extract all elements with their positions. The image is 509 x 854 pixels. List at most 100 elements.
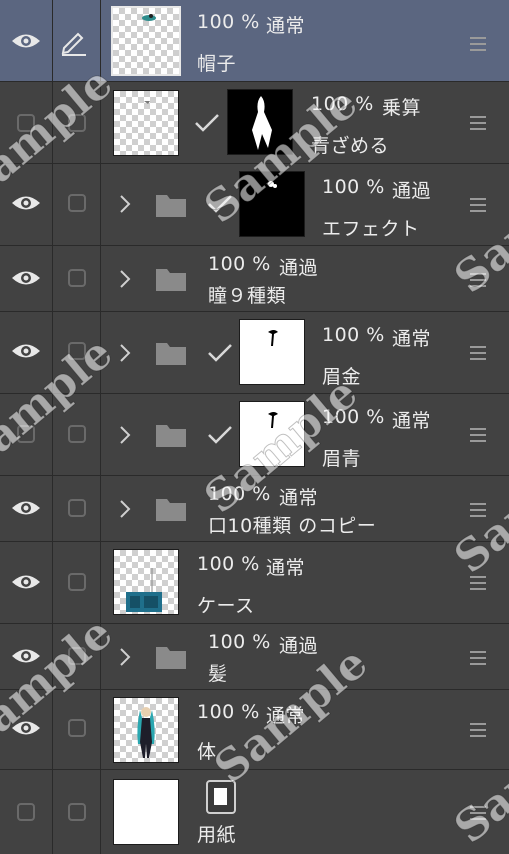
layer-row-hair[interactable]: 100 % 通過 髪 — [0, 624, 509, 690]
layer-row-mayu-kin[interactable]: 100 % 通常 眉金 — [0, 312, 509, 394]
drag-handle-icon[interactable] — [470, 576, 486, 590]
layer-name: ケース — [197, 595, 255, 617]
edit-cell[interactable] — [53, 164, 101, 245]
chevron-right-icon[interactable] — [118, 269, 132, 289]
edit-cell[interactable] — [53, 246, 101, 311]
layer-thumbnail — [113, 697, 179, 763]
eye-icon[interactable] — [11, 32, 41, 50]
lock-checkbox[interactable] — [68, 647, 86, 665]
lock-checkbox[interactable] — [68, 342, 86, 360]
drag-handle-icon[interactable] — [470, 37, 486, 51]
layer-row-paper[interactable]: 用紙 — [0, 770, 509, 854]
chevron-right-icon[interactable] — [118, 499, 132, 519]
layer-name: エフェクト — [322, 218, 420, 240]
layer-row-eyes[interactable]: 100 % 通過 瞳９種類 — [0, 246, 509, 312]
edit-cell[interactable] — [53, 476, 101, 541]
layer-blend-mode: 通常 — [266, 15, 306, 37]
eye-icon[interactable] — [11, 269, 41, 287]
eye-icon[interactable] — [11, 719, 41, 737]
edit-cell[interactable] — [53, 770, 101, 854]
eye-icon[interactable] — [11, 647, 41, 665]
layer-blend-mode: 通常 — [392, 328, 432, 350]
layer-opacity: 100 % — [208, 483, 271, 505]
layer-name: 体 — [197, 741, 217, 763]
layer-name: 帽子 — [197, 53, 237, 75]
visibility-cell[interactable] — [0, 542, 53, 623]
lock-checkbox[interactable] — [68, 803, 86, 821]
layer-row-case[interactable]: 100 % 通常 ケース — [0, 542, 509, 624]
layer-opacity: 100 % — [197, 553, 260, 575]
layer-opacity: 100 % — [311, 93, 374, 115]
eye-icon[interactable] — [11, 499, 41, 517]
edit-cell[interactable] — [53, 312, 101, 393]
visibility-cell[interactable] — [0, 246, 53, 311]
drag-handle-icon[interactable] — [470, 651, 486, 665]
layer-blend-mode: 通常 — [266, 557, 306, 579]
layer-name: 用紙 — [197, 824, 237, 846]
lock-checkbox[interactable] — [68, 573, 86, 591]
visibility-cell[interactable] — [0, 82, 53, 163]
lock-checkbox[interactable] — [68, 499, 86, 517]
drag-handle-icon[interactable] — [470, 428, 486, 442]
layer-name: 口10種類 のコピー — [208, 515, 377, 537]
pencil-icon — [61, 32, 86, 56]
edit-cell[interactable] — [53, 0, 101, 81]
layer-blend-mode: 通過 — [279, 635, 319, 657]
layer-thumbnail — [111, 6, 181, 76]
visibility-cell[interactable] — [0, 312, 53, 393]
layer-opacity: 100 % — [197, 11, 260, 33]
drag-handle-icon[interactable] — [470, 116, 486, 130]
lock-checkbox[interactable] — [68, 425, 86, 443]
chevron-right-icon[interactable] — [118, 425, 132, 445]
chevron-right-icon[interactable] — [118, 194, 132, 214]
lock-checkbox[interactable] — [68, 194, 86, 212]
folder-icon — [156, 269, 186, 291]
layer-row-hat[interactable]: 100 % 通常 帽子 — [0, 0, 509, 82]
layer-row-mayu-ao[interactable]: 100 % 通常 眉青 — [0, 394, 509, 476]
lock-checkbox[interactable] — [68, 269, 86, 287]
layer-blend-mode: 通常 — [392, 410, 432, 432]
layer-row-mouth[interactable]: 100 % 通常 口10種類 のコピー — [0, 476, 509, 542]
visibility-checkbox[interactable] — [17, 803, 35, 821]
drag-handle-icon[interactable] — [470, 723, 486, 737]
layer-blend-mode: 通常 — [266, 705, 306, 727]
folder-icon — [156, 647, 186, 669]
layer-row-aozameru[interactable]: 100 % 乗算 青ざめる — [0, 82, 509, 164]
edit-cell[interactable] — [53, 624, 101, 689]
eye-icon[interactable] — [11, 573, 41, 591]
layer-row-body[interactable]: 100 % 通常 体 — [0, 690, 509, 770]
layer-name: 瞳９種類 — [208, 285, 287, 307]
drag-handle-icon[interactable] — [470, 198, 486, 212]
checkmark-icon — [208, 426, 232, 444]
edit-cell[interactable] — [53, 542, 101, 623]
visibility-cell[interactable] — [0, 0, 53, 81]
layer-blend-mode: 乗算 — [382, 97, 422, 119]
visibility-cell[interactable] — [0, 394, 53, 475]
visibility-cell[interactable] — [0, 770, 53, 854]
visibility-cell[interactable] — [0, 690, 53, 769]
chevron-right-icon[interactable] — [118, 647, 132, 667]
edit-cell[interactable] — [53, 82, 101, 163]
chevron-right-icon[interactable] — [118, 343, 132, 363]
eye-icon[interactable] — [11, 194, 41, 212]
layer-name: 眉金 — [322, 366, 362, 388]
visibility-checkbox[interactable] — [17, 114, 35, 132]
visibility-checkbox[interactable] — [17, 425, 35, 443]
drag-handle-icon[interactable] — [470, 346, 486, 360]
edit-cell[interactable] — [53, 394, 101, 475]
visibility-cell[interactable] — [0, 164, 53, 245]
visibility-cell[interactable] — [0, 624, 53, 689]
lock-checkbox[interactable] — [68, 719, 86, 737]
drag-handle-icon[interactable] — [470, 273, 486, 287]
drag-handle-icon[interactable] — [470, 806, 486, 820]
eye-icon[interactable] — [11, 342, 41, 360]
layer-row-effect[interactable]: 100 % 通過 エフェクト — [0, 164, 509, 246]
layer-opacity: 100 % — [322, 406, 385, 428]
visibility-cell[interactable] — [0, 476, 53, 541]
layer-opacity: 100 % — [322, 176, 385, 198]
edit-cell[interactable] — [53, 690, 101, 769]
layer-name: 青ざめる — [311, 135, 390, 157]
folder-icon — [156, 425, 186, 447]
lock-checkbox[interactable] — [68, 114, 86, 132]
drag-handle-icon[interactable] — [470, 503, 486, 517]
